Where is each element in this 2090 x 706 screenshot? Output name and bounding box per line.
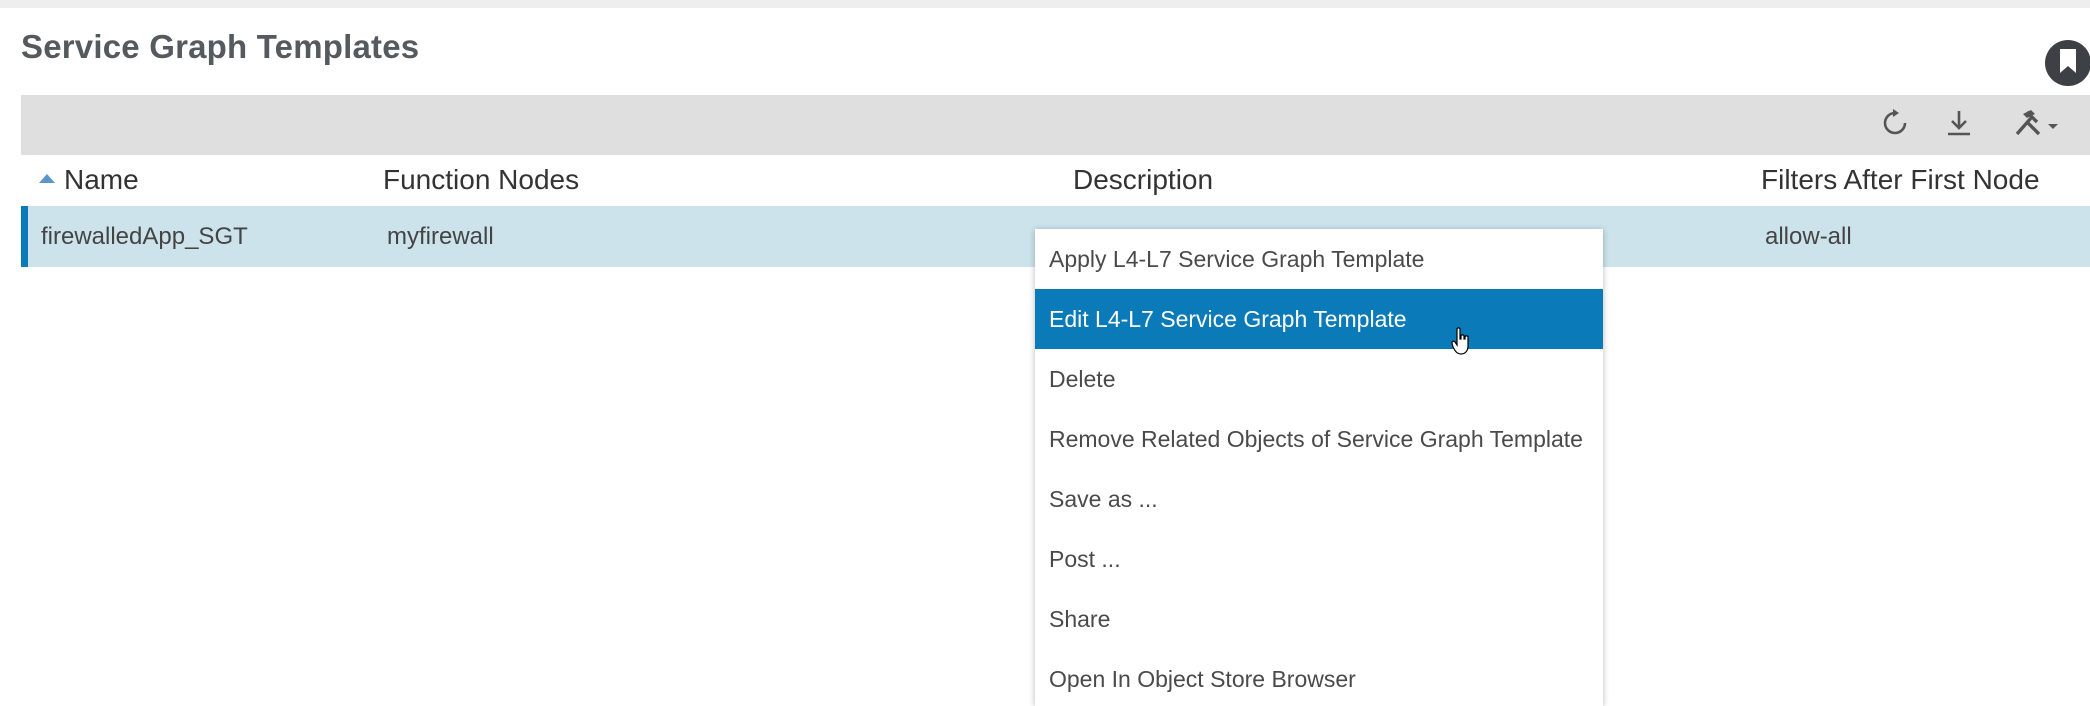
cell-function-nodes: myfirewall [387, 223, 494, 250]
refresh-icon [1880, 108, 1910, 143]
column-header-description[interactable]: Description [1073, 164, 1213, 196]
tools-icon [2013, 108, 2047, 143]
context-menu: Apply L4-L7 Service Graph Template Edit … [1035, 229, 1603, 706]
column-header-function-nodes[interactable]: Function Nodes [383, 164, 579, 196]
refresh-button[interactable] [1877, 107, 1913, 143]
hand-cursor-icon [1451, 327, 1471, 355]
cell-name: firewalledApp_SGT [41, 223, 248, 250]
table-header: Name Function Nodes Description Filters … [21, 160, 2090, 204]
menu-item-post[interactable]: Post ... [1035, 529, 1603, 589]
menu-item-delete[interactable]: Delete [1035, 349, 1603, 409]
page-title: Service Graph Templates [21, 28, 420, 65]
column-header-filters[interactable]: Filters After First Node [1761, 164, 2040, 196]
cell-filters: allow-all [1765, 223, 1852, 250]
column-header-name[interactable]: Name [64, 164, 139, 196]
menu-item-apply-template[interactable]: Apply L4-L7 Service Graph Template [1035, 229, 1603, 289]
bookmark-icon [2057, 48, 2079, 79]
download-button[interactable] [1941, 107, 1977, 143]
row-selection-marker [21, 206, 28, 267]
bookmark-button[interactable] [2045, 40, 2090, 86]
sort-ascending-icon[interactable] [39, 174, 55, 183]
chevron-down-icon [2047, 108, 2059, 143]
menu-item-save-as[interactable]: Save as ... [1035, 469, 1603, 529]
menu-item-open-object-store-browser[interactable]: Open In Object Store Browser [1035, 649, 1603, 706]
menu-item-share[interactable]: Share [1035, 589, 1603, 649]
download-icon [1944, 108, 1974, 143]
tools-menu-button[interactable] [2011, 107, 2061, 143]
table-toolbar [21, 95, 2090, 155]
menu-item-remove-related-objects[interactable]: Remove Related Objects of Service Graph … [1035, 409, 1603, 469]
menu-item-edit-template[interactable]: Edit L4-L7 Service Graph Template [1035, 289, 1603, 349]
top-strip [0, 0, 2090, 8]
